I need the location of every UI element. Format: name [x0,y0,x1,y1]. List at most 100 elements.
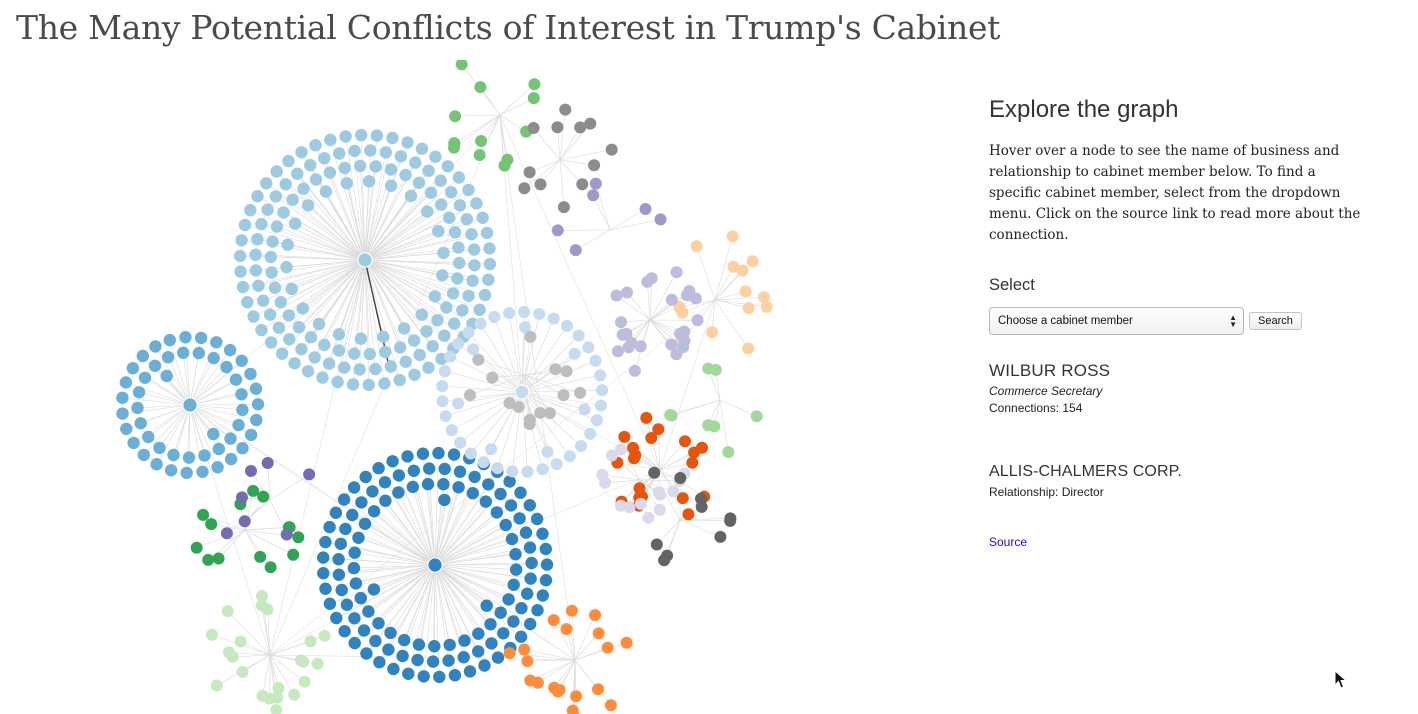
graph-node[interactable] [431,314,444,327]
graph-node[interactable] [615,316,627,329]
graph-node[interactable] [665,338,678,351]
graph-node[interactable] [420,325,433,338]
graph-node[interactable] [494,606,507,619]
graph-node[interactable] [426,655,440,668]
graph-node[interactable] [268,281,282,294]
graph-node[interactable] [551,121,564,134]
graph-node[interactable] [592,627,605,640]
graph-node[interactable] [322,357,336,370]
graph-node[interactable] [333,147,346,160]
graph-node[interactable] [354,159,367,173]
graph-node[interactable] [456,304,469,317]
graph-node[interactable] [476,211,489,224]
graph-node[interactable] [210,679,223,692]
graph-node[interactable] [153,441,166,455]
graph-node[interactable] [401,136,414,149]
graph-node[interactable] [285,282,298,296]
graph-node[interactable] [279,178,292,191]
graph-node[interactable] [378,377,391,390]
graph-node[interactable] [287,548,300,561]
graph-node[interactable] [309,173,323,186]
graph-node[interactable] [396,649,409,663]
graph-node[interactable] [575,440,587,452]
graph-node[interactable] [399,168,412,182]
graph-node[interactable] [392,486,405,499]
graph-node[interactable] [601,641,614,654]
graph-node[interactable] [464,447,477,460]
graph-node[interactable] [270,165,283,178]
graph-node[interactable] [557,389,570,402]
graph-node[interactable] [387,662,400,676]
graph-node[interactable] [335,583,348,597]
graph-node[interactable] [407,334,421,347]
graph-node[interactable] [163,333,176,347]
graph-node[interactable] [665,293,678,306]
graph-node[interactable] [432,446,445,460]
graph-node[interactable] [474,317,487,330]
graph-node[interactable] [658,554,671,567]
graph-node[interactable] [417,670,430,683]
graph-node[interactable] [269,190,282,203]
graph-node[interactable] [346,508,359,522]
graph-node[interactable] [295,343,308,356]
graph-node[interactable] [503,647,516,660]
graph-node[interactable] [317,551,330,564]
graph-node[interactable] [334,537,347,550]
graph-node[interactable] [138,371,152,384]
graph-node[interactable] [249,248,262,261]
graph-node[interactable] [359,470,372,484]
graph-node[interactable] [727,260,740,273]
graph-node[interactable] [438,365,451,378]
graph-node[interactable] [560,623,573,636]
graph-node[interactable] [479,495,492,508]
network-graph-svg[interactable] [0,60,960,714]
graph-node[interactable] [438,493,451,507]
graph-node[interactable] [443,211,456,224]
graph-node[interactable] [288,217,302,230]
graph-node[interactable] [378,476,392,489]
graph-node[interactable] [348,636,361,650]
graph-node[interactable] [338,161,351,175]
graph-node[interactable] [528,78,541,91]
graph-node[interactable] [132,386,146,399]
graph-node[interactable] [206,628,218,641]
graph-node[interactable] [482,273,495,286]
graph-node[interactable] [559,103,572,116]
graph-node[interactable] [610,289,623,302]
graph-node[interactable] [462,326,475,339]
graph-node[interactable] [433,670,446,684]
graph-node[interactable] [491,462,504,475]
graph-node[interactable] [252,279,265,292]
graph-node[interactable] [412,638,426,651]
graph-node[interactable] [257,294,270,307]
graph-node[interactable] [131,401,144,415]
graph-node[interactable] [509,548,522,561]
graph-node[interactable] [263,308,277,321]
graph-node[interactable] [397,322,411,335]
graph-node[interactable] [628,452,640,465]
graph-node[interactable] [348,546,361,559]
graph-node[interactable] [474,81,487,94]
graph-node[interactable] [235,354,248,367]
graph-node[interactable] [468,470,481,484]
graph-node[interactable] [453,465,467,478]
graph-node[interactable] [277,206,290,219]
graph-node[interactable] [332,344,346,357]
graph-node[interactable] [523,166,536,179]
graph-node[interactable] [301,365,315,378]
graph-node[interactable] [384,626,397,640]
graph-node[interactable] [119,376,133,389]
graph-node[interactable] [235,234,248,247]
graph-node[interactable] [452,337,465,350]
graph-node[interactable] [524,674,537,687]
graph-node[interactable] [490,506,503,519]
graph-node[interactable] [311,657,324,670]
graph-node[interactable] [436,395,449,408]
graph-node[interactable] [539,574,553,587]
graph-node[interactable] [318,338,331,352]
graph-node[interactable] [518,182,531,195]
graph-node[interactable] [652,423,665,436]
graph-node[interactable] [362,605,375,618]
graph-node[interactable] [605,143,618,156]
graph-node[interactable] [234,265,247,278]
